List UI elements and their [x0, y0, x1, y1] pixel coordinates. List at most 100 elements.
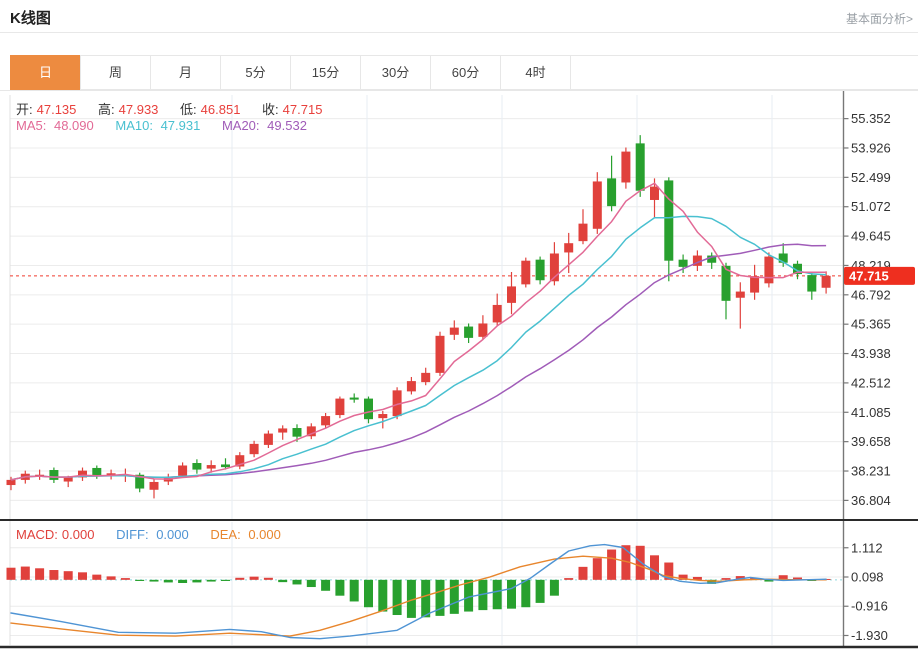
candle-down [364, 399, 373, 420]
ma-legend: MA5: 48.090 MA10: 47.931 MA20: 49.532 [16, 118, 325, 133]
ma10-line [11, 216, 826, 480]
ma20-line [11, 244, 826, 480]
tab-15min[interactable]: 15分 [290, 55, 361, 90]
candle-up [7, 480, 16, 485]
tab-day[interactable]: 日 [10, 55, 81, 90]
low-value: 46.851 [201, 102, 241, 117]
macd-bar [21, 567, 30, 580]
macd-bar [278, 580, 287, 582]
candle-up [64, 477, 73, 481]
macd-bar [650, 555, 659, 580]
tab-5min[interactable]: 5分 [220, 55, 291, 90]
candle-down [807, 275, 816, 291]
candle-up [764, 257, 773, 284]
candle-up [493, 305, 502, 322]
candle-up [150, 482, 159, 490]
svg-text:1.112: 1.112 [851, 540, 883, 555]
macd-bar [378, 580, 387, 612]
macd-bar [135, 580, 144, 581]
axes: 55.35253.92652.49951.07249.64548.21946.7… [10, 90, 891, 646]
candle-down [607, 178, 616, 206]
candle-up [264, 434, 273, 445]
candle-up [207, 465, 216, 468]
macd-bar [178, 580, 187, 583]
macd-bar [636, 546, 645, 580]
svg-text:52.499: 52.499 [851, 170, 891, 185]
close-value: 47.715 [283, 102, 323, 117]
candle-up [436, 336, 445, 373]
tab-30min[interactable]: 30分 [360, 55, 431, 90]
svg-text:-0.916: -0.916 [851, 599, 888, 614]
macd-bar [450, 580, 459, 614]
candle-down [679, 260, 688, 267]
macd-bar [192, 580, 201, 583]
svg-text:45.365: 45.365 [851, 317, 891, 332]
macd-bar [393, 580, 402, 615]
macd-bar [35, 568, 44, 580]
macd-bar [364, 580, 373, 607]
macd-bar [307, 580, 316, 587]
svg-text:47.715: 47.715 [849, 268, 889, 283]
candle-up [521, 261, 530, 285]
macd-pane [7, 545, 844, 639]
candle-up [579, 224, 588, 241]
macd-bar [107, 576, 116, 579]
svg-text:46.792: 46.792 [851, 287, 891, 302]
svg-text:-1.930: -1.930 [851, 628, 888, 643]
open-label: 开: [16, 102, 33, 117]
candle-up [378, 414, 387, 418]
svg-text:38.231: 38.231 [851, 464, 891, 479]
ma10-label: MA10: [115, 118, 153, 133]
close-label: 收: [262, 102, 279, 117]
macd-bar [7, 568, 16, 580]
high-label: 高: [98, 102, 115, 117]
tab-4hour[interactable]: 4时 [500, 55, 571, 90]
timeframe-tabs: 日 周 月 5分 15分 30分 60分 4时 [10, 55, 918, 90]
candle-up [335, 399, 344, 415]
macd-bar [235, 578, 244, 580]
macd-bar [150, 580, 159, 582]
fundamental-analysis-link[interactable]: 基本面分析> [846, 10, 913, 27]
candle-down [221, 464, 230, 467]
candle-up [564, 243, 573, 252]
tab-row-filler [570, 55, 918, 90]
macd-bar [507, 580, 516, 609]
svg-text:43.938: 43.938 [851, 346, 891, 361]
dea-label: DEA: [210, 527, 240, 542]
candle-down [636, 143, 645, 190]
macd-bar [421, 580, 430, 617]
macd-legend: MACD: 0.000 DIFF: 0.000 DEA: 0.000 [16, 527, 299, 542]
candle-down [536, 260, 545, 281]
macd-bar [579, 567, 588, 580]
macd-bar [293, 580, 302, 585]
candle-down [350, 398, 359, 400]
macd-label: MACD: [16, 527, 58, 542]
diff-label: DIFF: [116, 527, 149, 542]
candle-up [822, 276, 831, 288]
candle-up [593, 181, 602, 228]
macd-bar [207, 580, 216, 582]
tab-60min[interactable]: 60分 [430, 55, 501, 90]
macd-bar [350, 580, 359, 602]
tab-week[interactable]: 周 [80, 55, 151, 90]
high-value: 47.933 [119, 102, 159, 117]
macd-bar [722, 578, 731, 580]
macd-bar [521, 580, 530, 607]
candles-group [7, 135, 844, 498]
ma10-value: 47.931 [161, 118, 201, 133]
ma5-value: 48.090 [54, 118, 94, 133]
diff-value: 0.000 [156, 527, 189, 542]
kline-chart-canvas[interactable]: 55.35253.92652.49951.07249.64548.21946.7… [0, 0, 918, 649]
macd-bar [321, 580, 330, 591]
dea-value: 0.000 [248, 527, 281, 542]
candle-up [478, 323, 487, 336]
page-title: K线图 [10, 7, 51, 28]
svg-text:36.804: 36.804 [851, 493, 891, 508]
candle-up [450, 328, 459, 335]
macd-bar [49, 570, 58, 580]
candle-up [278, 428, 287, 432]
tab-month[interactable]: 月 [150, 55, 221, 90]
macd-value: 0.000 [62, 527, 95, 542]
svg-text:51.072: 51.072 [851, 199, 891, 214]
svg-text:41.085: 41.085 [851, 405, 891, 420]
